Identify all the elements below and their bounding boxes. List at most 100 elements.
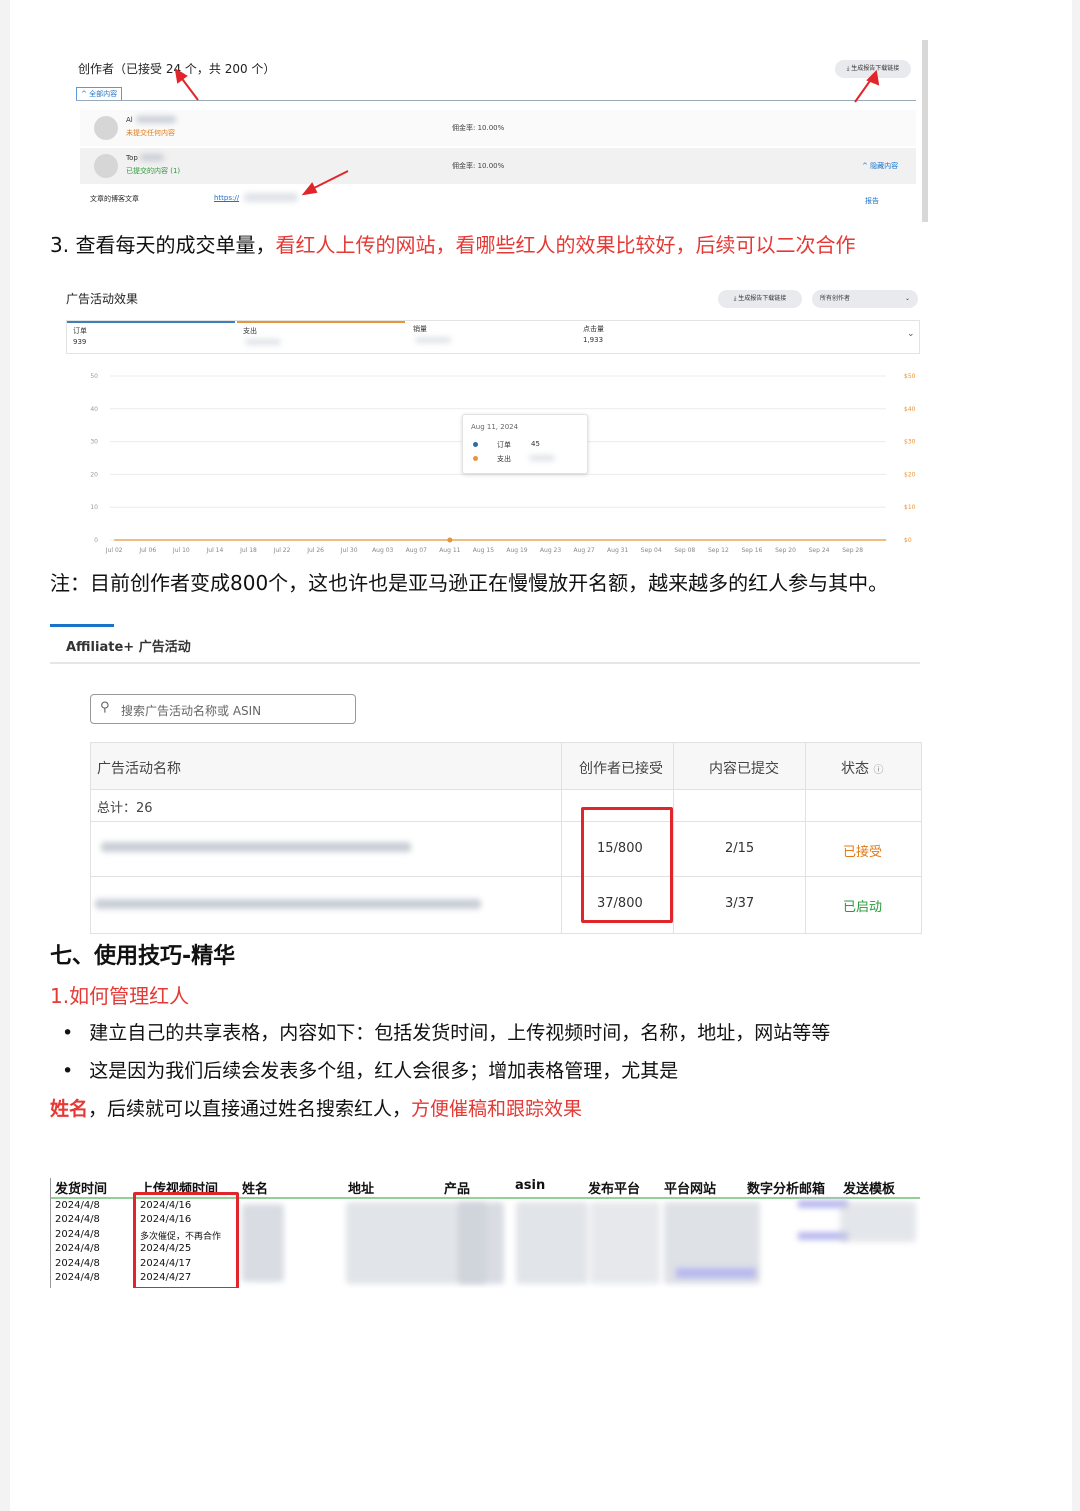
affiliate-title: Affiliate+ 广告活动 — [66, 640, 191, 655]
col-status[interactable]: 状态 ⓘ — [841, 758, 883, 778]
document-page: 创作者（已接受 24 个，共 200 个） ⤓ 生成报告下载链接 ^ 全部内容 … — [10, 0, 1072, 1511]
name-highlight: 姓名 — [50, 1098, 89, 1120]
chart-panel: 广告活动效果 ⤓ 生成报告下载链接 所有创作者 ⌄ 订单 939 支出 销量 点… — [62, 282, 920, 560]
creator-select[interactable]: 所有创作者 ⌄ — [812, 290, 918, 308]
search-input[interactable]: ⚲ 搜索广告活动名称或 ASIN — [90, 694, 356, 724]
tooltip-dot-orders — [473, 442, 478, 447]
info-icon: ⓘ — [873, 765, 884, 776]
tooltip-date: Aug 11, 2024 — [471, 423, 519, 431]
metric-value: 1,933 — [583, 336, 604, 344]
chevron-down-icon: ⌄ — [904, 295, 910, 302]
col-creators-accepted[interactable]: 创作者已接受 — [579, 758, 663, 778]
sheet-header: 数字分析邮箱 — [747, 1182, 826, 1197]
bullet-1: • 建立自己的共享表格，内容如下：包括发货时间，上传视频时间，名称，地址，网站等… — [62, 1018, 830, 1045]
x-tick-label: Aug 11 — [439, 547, 460, 554]
bullet-dot: • — [62, 1022, 74, 1044]
tooltip-value1: 45 — [531, 440, 540, 448]
annotation-arrows — [174, 68, 880, 196]
section7-heading: 七、使用技巧-精华 — [50, 944, 236, 969]
creator-select-value: 所有创作者 — [820, 295, 851, 302]
total-count: 总计：26 — [97, 801, 153, 816]
sheet-cell: 2024/4/8 — [55, 1200, 100, 1211]
section7-subheading: 1.如何管理红人 — [50, 984, 190, 1008]
sheet-cell: 2024/4/8 — [55, 1258, 100, 1269]
chevron-down-icon[interactable]: ⌄ — [907, 329, 915, 339]
sheet: 发货时间 上传视频时间 姓名 地址 产品 asin 发布平台 平台网站 数字分析… — [50, 1178, 920, 1288]
y-right-tick-label: $50 — [904, 373, 916, 380]
table-row[interactable]: 15/800 2/15 已接受 — [91, 822, 921, 876]
y-right-tick-label: $20 — [904, 471, 916, 478]
metric-label: 订单 — [73, 327, 87, 335]
y-left-tick-label: 30 — [90, 439, 98, 446]
sheet-cell: 2024/4/8 — [55, 1229, 100, 1240]
x-tick-label: Aug 03 — [372, 547, 393, 554]
bullet-1-text: 建立自己的共享表格，内容如下：包括发货时间，上传视频时间，名称，地址，网站等等 — [89, 1022, 831, 1044]
tooltip-series2: 支出 — [497, 455, 511, 463]
sheet-cell: 2024/4/8 — [55, 1214, 100, 1225]
tooltip-series1: 订单 — [497, 441, 511, 449]
metric-tab-clicks[interactable]: 点击量 1,933 — [577, 321, 745, 351]
status-badge: 已启动 — [843, 900, 883, 915]
chart-report-label: 生成报告下载链接 — [738, 295, 787, 302]
sheet-header: asin — [515, 1178, 546, 1193]
sheet-header: 平台网站 — [664, 1182, 717, 1197]
x-tick-label: Aug 27 — [573, 547, 594, 554]
y-left-tick-label: 50 — [90, 373, 98, 380]
y-right-tick-label: $30 — [904, 439, 916, 446]
chart-report-button[interactable]: ⤓ 生成报告下载链接 — [718, 290, 802, 308]
highlight-box — [133, 1192, 239, 1288]
bullet-2: • 这是因为我们后续会发表多个组，红人会很多；增加表格管理，尤其是 — [62, 1056, 678, 1083]
metric-tab-orders[interactable]: 订单 939 — [67, 321, 235, 353]
sheet-header: 地址 — [348, 1182, 375, 1197]
metric-tab-spend[interactable]: 支出 — [237, 321, 405, 353]
x-tick-label: Jul 06 — [138, 547, 156, 554]
chart-tooltip: Aug 11, 2024 订单 45 支出 — [462, 414, 588, 474]
x-tick-label: Sep 12 — [708, 547, 729, 554]
sheet-header: 发送模板 — [843, 1182, 896, 1197]
tab-underline — [50, 624, 114, 627]
x-tick-label: Sep 08 — [674, 547, 695, 554]
metric-tab-sales[interactable]: 销量 — [407, 321, 575, 351]
metric-label: 销量 — [413, 325, 427, 333]
col-campaign-name[interactable]: 广告活动名称 — [97, 758, 181, 778]
x-tick-label: Jul 02 — [105, 547, 123, 554]
sheet-left-border — [50, 1178, 51, 1288]
metric-tabs: 订单 939 支出 销量 点击量 1,933 ⌄ — [66, 320, 920, 354]
metric-label: 支出 — [243, 327, 257, 335]
blurred-link — [676, 1268, 756, 1278]
tooltip-dot-spend — [473, 456, 478, 461]
table-header — [91, 743, 921, 790]
x-tick-label: Sep 16 — [742, 547, 763, 554]
status-badge: 已接受 — [843, 845, 883, 860]
x-tick-label: Sep 24 — [809, 547, 830, 554]
metric-label: 点击量 — [583, 325, 604, 333]
x-tick-label: Aug 31 — [607, 547, 628, 554]
col-content-submitted[interactable]: 内容已提交 — [709, 758, 779, 778]
x-tick-label: Jul 26 — [306, 547, 324, 554]
x-tick-label: Aug 07 — [406, 547, 427, 554]
tracking-highlight: 方便催稿和跟踪效果 — [411, 1098, 583, 1120]
x-tick-label: Sep 20 — [775, 547, 796, 554]
sheet-header: 发货时间 — [55, 1182, 108, 1197]
search-icon: ⚲ — [100, 700, 110, 715]
campaign-table: 广告活动名称 创作者已接受 内容已提交 状态 ⓘ 总计：26 15/800 2/… — [90, 742, 922, 934]
divider — [50, 662, 920, 664]
sheet-header: 姓名 — [242, 1182, 269, 1197]
col-status-label: 状态 — [841, 761, 869, 777]
line3-mid: ，后续就可以直接通过姓名搜索红人， — [88, 1098, 412, 1120]
x-tick-label: Jul 30 — [340, 547, 358, 554]
highlight-point — [447, 537, 453, 543]
section3-prefix: 3. 查看每天的成交单量， — [50, 233, 276, 257]
note-text: 注：目前创作者变成800个，这也许也是亚马逊正在慢慢放开名额，越来越多的红人参与… — [50, 571, 889, 595]
x-tick-label: Jul 10 — [172, 547, 190, 554]
chart-panel-title: 广告活动效果 — [66, 292, 139, 306]
affiliate-panel: Affiliate+ 广告活动 ⚲ 搜索广告活动名称或 ASIN 广告活动名称 … — [50, 620, 922, 934]
y-left-tick-label: 40 — [90, 406, 98, 413]
sheet-cell: 2024/4/8 — [55, 1272, 100, 1283]
x-tick-label: Jul 18 — [239, 547, 257, 554]
search-placeholder: 搜索广告活动名称或 ASIN — [121, 704, 262, 718]
x-tick-label: Aug 19 — [506, 547, 527, 554]
bullet-2-continued: 姓名，后续就可以直接通过姓名搜索红人，方便催稿和跟踪效果 — [50, 1094, 582, 1121]
y-left-tick-label: 0 — [94, 537, 98, 544]
table-row[interactable]: 37/800 3/37 已启动 — [91, 877, 921, 933]
